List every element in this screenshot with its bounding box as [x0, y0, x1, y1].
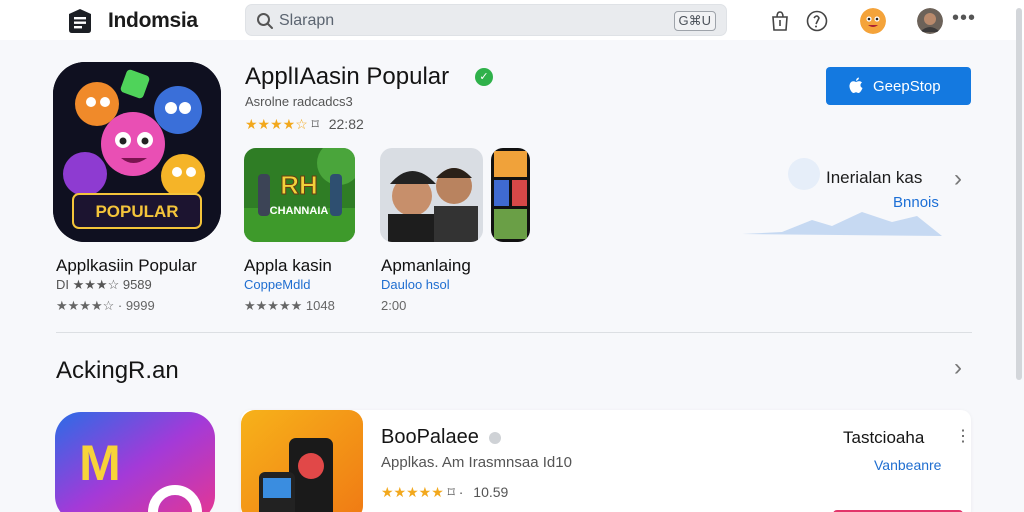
promo-title[interactable]: Inerialan kas [826, 168, 922, 188]
featured-rating: ★★★★☆ ⌑ 22:82 [245, 116, 364, 133]
emoji-avatar-icon[interactable] [860, 8, 886, 34]
comic-thumbnail-icon [491, 148, 530, 242]
status-dot-icon [489, 432, 501, 444]
section-divider [56, 332, 972, 333]
get-app-label: GeepStop [873, 78, 941, 95]
people-photo-icon [380, 148, 483, 242]
bag-icon[interactable] [769, 10, 791, 32]
card-right-title[interactable]: Tastcioaha [843, 428, 924, 448]
user-avatar[interactable] [917, 8, 943, 34]
svg-text:RH: RH [280, 170, 318, 200]
rating-stars: ★★★★★ [381, 484, 444, 500]
cartoon-characters-icon: POPULAR [53, 62, 221, 242]
thumbnail-app-1[interactable]: RH CHANNAIA [244, 148, 355, 242]
thumbnail-app-2[interactable] [380, 148, 483, 242]
section-app-icon-1[interactable]: M [55, 412, 215, 512]
letter-m-app-icon: M [55, 412, 215, 512]
svg-text:M: M [79, 435, 121, 491]
search-icon [257, 13, 273, 29]
app-3-sub[interactable]: Dauloo hsol [381, 277, 450, 292]
app-1-meta: ★★★★☆ · 9999 [56, 298, 155, 313]
section-app-title[interactable]: BooPalaee [381, 426, 479, 449]
svg-text:CHANNAIA: CHANNAIA [270, 205, 329, 217]
app-3-meta: 2:00 [381, 298, 407, 313]
app-3-title[interactable]: Apmanlaing [381, 256, 471, 276]
brand-name[interactable]: Indomsia [108, 9, 198, 33]
section-app-card[interactable]: BooPalaee Applkas. Am Irasmnsaa Id10 ★★★… [241, 410, 971, 512]
kebab-menu-icon[interactable]: ⋮ [955, 426, 971, 446]
search-bar[interactable]: Slarapn G⌘U [245, 4, 727, 36]
section-app-rating: ★★★★★ ⌑ · 10.59 [381, 484, 508, 501]
section-chevron-right-icon[interactable]: › [954, 354, 962, 382]
featured-app-icon[interactable]: POPULAR [53, 62, 221, 242]
app-store-icon [849, 77, 863, 93]
card-right-link[interactable]: Vanbeanre [874, 457, 941, 473]
search-shortcut-badge: G⌘U [673, 11, 716, 31]
store-logo-icon[interactable] [66, 8, 94, 34]
scrollbar[interactable] [1016, 8, 1022, 380]
app-1-sub: DI ★★★☆ 9589 [56, 277, 152, 292]
app-1-title[interactable]: Applkasiin Popular [56, 256, 197, 276]
top-bar: Indomsia Slarapn G⌘U ••• [0, 0, 1024, 40]
verified-check-icon: ✓ [475, 68, 493, 86]
rating-stars: ★★★★☆ [245, 116, 308, 132]
rating-count: 10.59 [473, 484, 509, 500]
game-thumbnail-icon: RH CHANNAIA [244, 148, 355, 242]
rating-count: 22:82 [328, 116, 364, 132]
bookmark-icon: ⌑ [311, 116, 319, 132]
app-2-sub[interactable]: CoppeMdld [244, 277, 311, 292]
phone-app-icon [241, 410, 363, 512]
thumbnail-app-3[interactable] [491, 148, 530, 242]
hero-icon-text: POPULAR [95, 202, 178, 221]
app-2-title[interactable]: Appla kasin [244, 256, 332, 276]
section-app-subtitle: Applkas. Am Irasmnsaa Id10 [381, 454, 572, 471]
section-title[interactable]: AckingR.an [56, 357, 179, 385]
featured-subtitle: Asrolne radcadcs3 [245, 94, 353, 109]
get-app-button[interactable]: GeepStop [826, 67, 971, 105]
featured-title[interactable]: ApplIAasin Popular [245, 63, 449, 91]
promo-link[interactable]: Bnnois [893, 194, 939, 211]
more-menu-icon[interactable]: ••• [952, 7, 976, 30]
section-app-icon-2[interactable] [241, 410, 363, 512]
notification-icon[interactable] [806, 10, 828, 32]
chevron-right-icon[interactable]: › [954, 165, 962, 193]
bookmark-icon: ⌑ · [447, 484, 464, 500]
search-input[interactable]: Slarapn [279, 12, 334, 30]
app-2-meta: ★★★★★ 1048 [244, 298, 335, 313]
